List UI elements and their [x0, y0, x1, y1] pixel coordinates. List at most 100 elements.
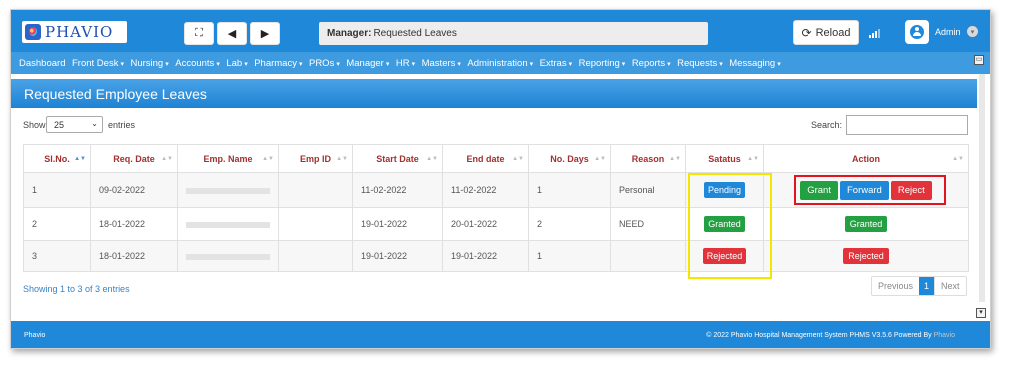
cell-status: Rejected	[685, 240, 764, 272]
refresh-icon: ⟳	[801, 25, 812, 40]
chevron-down-icon[interactable]: ▾	[967, 26, 978, 37]
status-badge: Granted	[704, 216, 745, 232]
col-header-status[interactable]: Satatus ▲▼	[685, 144, 764, 173]
table-row: 2 18-01-2022 19-01-2022 20-01-2022 2 NEE…	[23, 207, 969, 241]
nav-item-extras[interactable]: Extras ▾	[540, 58, 572, 69]
nav-item-messaging[interactable]: Messaging ▾	[729, 58, 780, 69]
grant-button[interactable]: Grant	[800, 180, 838, 200]
cell-no-days: 1	[528, 172, 611, 208]
pagination: Previous 1 Next	[871, 276, 967, 296]
back-button[interactable]: ◀	[217, 22, 247, 45]
col-header-action[interactable]: Action ▲▼	[763, 144, 969, 173]
cell-reason: NEED	[610, 207, 686, 241]
nav-item-dashboard[interactable]: Dashboard	[19, 58, 65, 69]
pagination-summary: Showing 1 to 3 of 3 entries	[23, 284, 130, 294]
status-badge: Rejected	[702, 248, 747, 264]
fullscreen-button[interactable]: ⛶	[184, 22, 214, 45]
cell-reason	[610, 240, 686, 272]
cell-emp-id	[278, 207, 353, 241]
reject-button[interactable]: Reject	[890, 180, 932, 200]
main-nav: Dashboard Front Desk ▾ Nursing ▾ Accounts ▾…	[11, 52, 990, 74]
cell-action: Granted	[763, 207, 969, 241]
next-button[interactable]: Next	[934, 277, 966, 295]
redacted-name	[186, 187, 270, 194]
col-header-req-date[interactable]: Req. Date ▲▼	[90, 144, 178, 173]
nav-item-administration[interactable]: Administration ▾	[467, 58, 533, 69]
redacted-name	[186, 253, 270, 260]
app-window: PHAVIO ⛶ ◀ ▶ Manager: Requested Leaves ⟳…	[10, 9, 991, 349]
arrow-right-icon: ▶	[260, 28, 270, 40]
cell-start-date: 19-01-2022	[352, 207, 443, 241]
col-header-emp-id[interactable]: Emp ID ▲▼	[278, 144, 353, 173]
signal-icon	[869, 26, 881, 38]
page-1-button[interactable]: 1	[919, 277, 935, 295]
col-header-reason[interactable]: Reason ▲▼	[610, 144, 686, 173]
previous-button[interactable]: Previous	[872, 277, 919, 295]
table-row: 3 18-01-2022 19-01-2022 19-01-2022 1 Rej…	[23, 240, 969, 272]
col-header-start-date[interactable]: Start Date ▲▼	[352, 144, 443, 173]
breadcrumb-page: Requested Leaves	[373, 28, 457, 39]
cell-action: Rejected	[763, 240, 969, 272]
breadcrumb-section: Manager:	[327, 28, 372, 39]
scrollbar[interactable]	[979, 74, 985, 302]
reload-button[interactable]: ⟳ Reload	[793, 20, 859, 45]
col-header-slno[interactable]: Sl.No. ▲▼	[23, 144, 91, 173]
nav-item-requests[interactable]: Requests ▾	[677, 58, 723, 69]
arrow-left-icon: ◀	[227, 28, 237, 40]
action-state-badge: Granted	[844, 216, 888, 232]
cell-no-days: 1	[528, 240, 611, 272]
cell-slno: 3	[23, 240, 91, 272]
cell-start-date: 11-02-2022	[352, 172, 443, 208]
nav-item-accounts[interactable]: Accounts ▾	[175, 58, 220, 69]
search-label: Search:	[811, 120, 843, 130]
cell-end-date: 11-02-2022	[442, 172, 529, 208]
leaves-table: Sl.No. ▲▼ Req. Date ▲▼ Emp. Name ▲▼ Emp ID ▲…	[23, 144, 969, 272]
cell-req-date: 09-02-2022	[90, 172, 178, 208]
collapse-icon[interactable]: ▭	[974, 55, 984, 65]
cell-reason: Personal	[610, 172, 686, 208]
table-header-row: Sl.No. ▲▼ Req. Date ▲▼ Emp. Name ▲▼ Emp ID ▲…	[23, 144, 969, 173]
cell-status: Pending	[685, 172, 764, 208]
entries-label: entries	[108, 120, 136, 130]
nav-item-hr[interactable]: HR ▾	[396, 58, 415, 69]
cell-emp-name	[177, 240, 279, 272]
col-header-no-days[interactable]: No. Days ▲▼	[528, 144, 611, 173]
cell-status: Granted	[685, 207, 764, 241]
breadcrumb: Manager: Requested Leaves	[319, 22, 708, 45]
cell-emp-name	[177, 172, 279, 208]
nav-item-reporting[interactable]: Reporting ▾	[579, 58, 626, 69]
top-bar: PHAVIO ⛶ ◀ ▶ Manager: Requested Leaves ⟳…	[11, 10, 990, 52]
cell-action: Grant Forward Reject	[763, 172, 969, 208]
nav-item-lab[interactable]: Lab ▾	[226, 58, 247, 69]
nav-item-nursing[interactable]: Nursing ▾	[130, 58, 168, 69]
nav-item-manager[interactable]: Manager ▾	[346, 58, 389, 69]
nav-item-reports[interactable]: Reports ▾	[632, 58, 671, 69]
nav-item-pros[interactable]: PROs ▾	[309, 58, 340, 69]
cell-req-date: 18-01-2022	[90, 240, 178, 272]
user-name[interactable]: Admin	[935, 27, 961, 37]
col-header-end-date[interactable]: End date ▲▼	[442, 144, 529, 173]
nav-item-front-desk[interactable]: Front Desk ▾	[72, 58, 124, 69]
action-state-badge: Rejected	[843, 248, 889, 264]
user-icon[interactable]	[905, 20, 929, 44]
entries-select[interactable]: 25 ⌄	[46, 116, 103, 133]
status-badge: Pending	[703, 182, 746, 198]
logo[interactable]: PHAVIO	[22, 21, 127, 43]
col-header-emp-name[interactable]: Emp. Name ▲▼	[177, 144, 279, 173]
cell-req-date: 18-01-2022	[90, 207, 178, 241]
cell-end-date: 20-01-2022	[442, 207, 529, 241]
search-input[interactable]	[846, 115, 968, 135]
logo-icon	[25, 24, 41, 40]
cell-slno: 2	[23, 207, 91, 241]
footer-brand-link[interactable]: Phavio	[934, 332, 955, 339]
redacted-name	[186, 221, 270, 228]
cell-emp-id	[278, 172, 353, 208]
forward-button[interactable]: ▶	[250, 22, 280, 45]
forward-button[interactable]: Forward	[839, 180, 889, 200]
show-label: Show	[23, 120, 46, 130]
nav-item-masters[interactable]: Masters ▾	[422, 58, 461, 69]
scroll-down-icon[interactable]: ▾	[976, 308, 986, 318]
nav-item-pharmacy[interactable]: Pharmacy ▾	[254, 58, 302, 69]
chevron-down-icon: ⌄	[91, 119, 98, 128]
table-row: 1 09-02-2022 11-02-2022 11-02-2022 1 Per…	[23, 172, 969, 208]
